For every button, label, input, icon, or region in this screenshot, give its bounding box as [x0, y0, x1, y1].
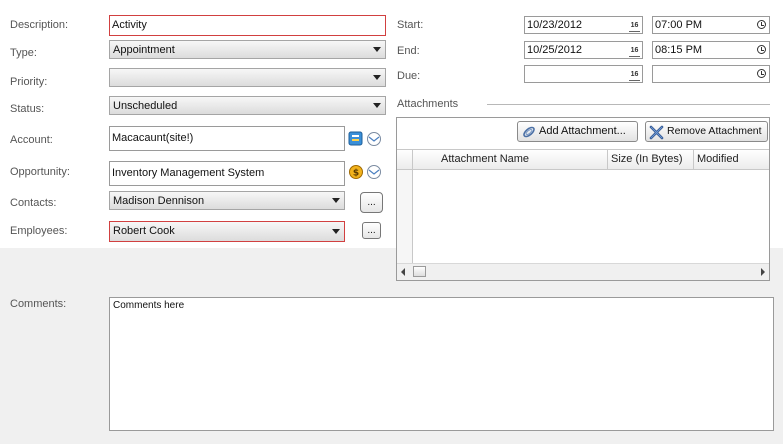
- remove-x-icon: [649, 124, 665, 146]
- status-select-value: Unscheduled: [113, 100, 178, 112]
- email-icon[interactable]: [366, 164, 382, 180]
- row-selector-header: [397, 150, 413, 169]
- clock-icon[interactable]: [757, 69, 766, 78]
- start-date-input[interactable]: 10/23/2012 16: [524, 16, 643, 34]
- end-date-value: 10/25/2012: [527, 44, 583, 56]
- comments-textarea[interactable]: Comments here: [109, 297, 774, 431]
- contacts-select-value: Madison Dennison: [113, 195, 205, 207]
- end-label: End:: [397, 45, 420, 57]
- chevron-down-icon: [332, 229, 340, 234]
- row-selector-column: [397, 170, 413, 263]
- chevron-down-icon: [373, 47, 381, 52]
- clock-icon[interactable]: [757, 45, 766, 54]
- contacts-select[interactable]: Madison Dennison: [109, 191, 345, 210]
- paperclip-icon: [521, 124, 537, 146]
- opportunity-label: Opportunity:: [10, 166, 70, 178]
- column-header-size[interactable]: Size (In Bytes): [611, 149, 683, 169]
- calendar-icon[interactable]: 16: [629, 20, 640, 32]
- due-label: Due:: [397, 70, 421, 82]
- email-icon[interactable]: [366, 131, 382, 147]
- chevron-down-icon: [373, 75, 381, 80]
- status-label: Status:: [10, 103, 45, 115]
- scrollbar-thumb[interactable]: [413, 266, 426, 277]
- chevron-down-icon: [332, 198, 340, 203]
- account-label: Account:: [10, 134, 53, 146]
- due-date-input[interactable]: 16: [524, 65, 643, 83]
- scroll-left-icon[interactable]: [401, 268, 405, 276]
- add-attachment-label: Add Attachment...: [539, 125, 626, 137]
- type-select[interactable]: Appointment: [109, 40, 386, 59]
- column-header-attachment-name[interactable]: Attachment Name: [441, 149, 529, 169]
- type-select-value: Appointment: [113, 44, 175, 56]
- due-time-input[interactable]: [652, 65, 770, 83]
- start-date-value: 10/23/2012: [527, 19, 583, 31]
- comments-label: Comments:: [10, 298, 67, 310]
- calendar-icon[interactable]: 16: [629, 45, 640, 57]
- start-time-input[interactable]: 07:00 PM: [652, 16, 770, 34]
- employees-select[interactable]: Robert Cook: [109, 221, 345, 242]
- priority-select[interactable]: [109, 68, 386, 87]
- remove-attachment-label: Remove Attachment: [667, 125, 762, 137]
- contacts-browse-button[interactable]: ...: [360, 192, 383, 213]
- column-divider: [693, 150, 694, 169]
- contacts-label: Contacts:: [10, 197, 57, 209]
- priority-label: Priority:: [10, 76, 48, 88]
- description-input[interactable]: Activity: [109, 15, 386, 36]
- employees-browse-button[interactable]: ...: [362, 222, 381, 239]
- remove-attachment-button[interactable]: Remove Attachment: [645, 121, 768, 142]
- start-label: Start:: [397, 19, 424, 31]
- chevron-down-icon: [373, 103, 381, 108]
- attachments-label: Attachments: [397, 98, 459, 110]
- svg-text:$: $: [353, 169, 359, 179]
- end-time-value: 08:15 PM: [655, 44, 703, 56]
- clock-icon[interactable]: [757, 20, 766, 29]
- end-time-input[interactable]: 08:15 PM: [652, 41, 770, 59]
- description-label: Description:: [10, 19, 69, 31]
- end-date-input[interactable]: 10/25/2012 16: [524, 41, 643, 59]
- employees-select-value: Robert Cook: [113, 225, 175, 237]
- status-select[interactable]: Unscheduled: [109, 96, 386, 115]
- attachments-grid-header: Attachment Name Size (In Bytes) Modified: [397, 149, 769, 170]
- column-header-modified[interactable]: Modified: [697, 149, 739, 169]
- start-time-value: 07:00 PM: [655, 19, 703, 31]
- account-lookup-icon[interactable]: [348, 131, 364, 147]
- scroll-right-icon[interactable]: [761, 268, 765, 276]
- horizontal-scrollbar[interactable]: [397, 263, 769, 280]
- opportunity-input[interactable]: Inventory Management System: [109, 161, 345, 186]
- attachments-divider: [487, 104, 770, 105]
- activity-form: Description: Type: Priority: Status: Acc…: [0, 0, 783, 444]
- type-label: Type:: [10, 47, 37, 59]
- add-attachment-button[interactable]: Add Attachment...: [517, 121, 638, 142]
- column-divider: [607, 150, 608, 169]
- attachments-panel: Add Attachment... Remove Attachment Atta…: [396, 117, 770, 281]
- employees-label: Employees:: [10, 225, 68, 237]
- calendar-icon[interactable]: 16: [629, 69, 640, 81]
- account-input[interactable]: Macacaunt(site!): [109, 126, 345, 151]
- opportunity-lookup-icon[interactable]: $: [348, 164, 364, 180]
